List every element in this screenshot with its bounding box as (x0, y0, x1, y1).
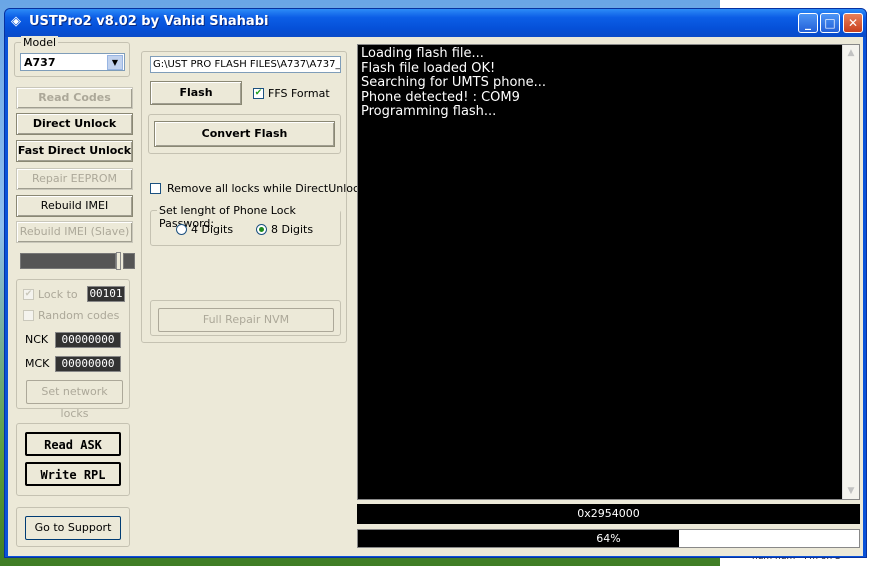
mck-field[interactable]: 00000000 (55, 356, 121, 372)
minimize-button[interactable]: _ (798, 13, 818, 33)
app-window: ◈ USTPro2 v8.02 by Vahid Shahabi _ □ ✕ M… (4, 8, 867, 558)
log-lines: Loading flash file... Flash file loaded O… (361, 46, 547, 120)
read-codes-button[interactable]: Read Codes (16, 87, 133, 109)
random-codes-checkbox[interactable] (23, 310, 34, 321)
random-codes-label: Random codes (38, 309, 120, 322)
flash-button[interactable]: Flash (150, 81, 242, 105)
flash-path-field[interactable]: G:\UST PRO FLASH FILES\A737\A737_I (150, 56, 341, 73)
ffs-format-label: FFS Format (268, 87, 330, 100)
log-line: Programming flash... (361, 104, 497, 119)
rebuild-imei-slave-button[interactable]: Rebuild IMEI (Slave) (16, 221, 133, 243)
lock-to-checkbox[interactable]: ✔ (23, 289, 34, 300)
log-line: Searching for UMTS phone... (361, 75, 547, 90)
log-line: Flash file loaded OK! (361, 60, 496, 76)
slider-track-right (123, 253, 135, 269)
radio-8-digits[interactable] (256, 224, 267, 235)
scroll-down-icon[interactable]: ▼ (844, 484, 858, 498)
ask-rpl-group: Read ASK Write RPL (16, 423, 130, 496)
full-repair-box: Full Repair NVM (150, 300, 341, 336)
background-window-strip (867, 0, 875, 566)
model-value: A737 (24, 56, 56, 69)
convert-flash-button[interactable]: Convert Flash (154, 121, 335, 147)
convert-flash-box: Convert Flash (148, 114, 341, 154)
fast-direct-unlock-button[interactable]: Fast Direct Unlock (16, 140, 133, 162)
nck-label: NCK (25, 333, 49, 346)
client-area: Model A737 ▼ Read Codes Direct Unlock Fa… (8, 36, 863, 556)
ffs-format-checkbox[interactable]: ✔ (253, 88, 264, 99)
speed-slider[interactable] (20, 252, 135, 270)
radio-4-digits[interactable] (176, 224, 187, 235)
lock-to-label: Lock to (38, 288, 78, 301)
log-console[interactable]: Loading flash file... Flash file loaded O… (357, 44, 860, 500)
progress-bar: 64% (357, 529, 860, 548)
mck-label: MCK (25, 357, 50, 370)
maximize-button[interactable]: □ (820, 13, 840, 33)
support-group: Go to Support (16, 507, 130, 547)
slider-track (20, 253, 116, 269)
progress-percent: 64% (596, 532, 621, 545)
repair-eeprom-button[interactable]: Repair EEPROM (16, 168, 133, 190)
address-status: 0x2954000 (357, 504, 860, 524)
read-ask-button[interactable]: Read ASK (25, 432, 121, 456)
model-select[interactable]: A737 ▼ (20, 53, 125, 71)
slider-thumb[interactable] (116, 252, 121, 270)
nck-field[interactable]: 00000000 (55, 332, 121, 348)
remove-locks-label: Remove all locks while DirectUnlock (167, 182, 366, 195)
title-bar[interactable]: ◈ USTPro2 v8.02 by Vahid Shahabi _ □ ✕ (5, 9, 866, 37)
4-digits-label: 4 Digits (191, 223, 234, 236)
scroll-up-icon[interactable]: ▲ (844, 46, 858, 60)
rebuild-imei-button[interactable]: Rebuild IMEI (16, 195, 133, 217)
network-locks-group: ✔ Lock to 00101 Random codes NCK 0000000… (16, 279, 130, 420)
remove-locks-checkbox[interactable] (150, 183, 161, 194)
8-digits-label: 8 Digits (271, 223, 314, 236)
log-line: Loading flash file... (361, 46, 484, 61)
full-repair-nvm-button[interactable]: Full Repair NVM (158, 308, 334, 332)
go-to-support-button[interactable]: Go to Support (25, 516, 121, 540)
console-scrollbar[interactable]: ▲ ▼ (842, 45, 859, 499)
lock-to-field[interactable]: 00101 (87, 286, 125, 302)
write-rpl-button[interactable]: Write RPL (25, 462, 121, 486)
model-group: Model A737 ▼ (14, 36, 130, 77)
close-button[interactable]: ✕ (843, 13, 863, 33)
log-line: Phone detected! : COM9 (361, 89, 520, 105)
password-length-group: Set lenght of Phone Lock Password: 4 Dig… (150, 204, 341, 246)
model-label: Model (21, 36, 59, 49)
set-network-locks-button[interactable]: Set network locks (26, 380, 123, 420)
window-title: USTPro2 v8.02 by Vahid Shahabi (29, 14, 269, 29)
chevron-down-icon[interactable]: ▼ (107, 55, 123, 70)
direct-unlock-button[interactable]: Direct Unlock (16, 113, 133, 135)
app-icon: ◈ (11, 14, 21, 29)
flash-group: G:\UST PRO FLASH FILES\A737\A737_I Flash… (141, 51, 365, 343)
